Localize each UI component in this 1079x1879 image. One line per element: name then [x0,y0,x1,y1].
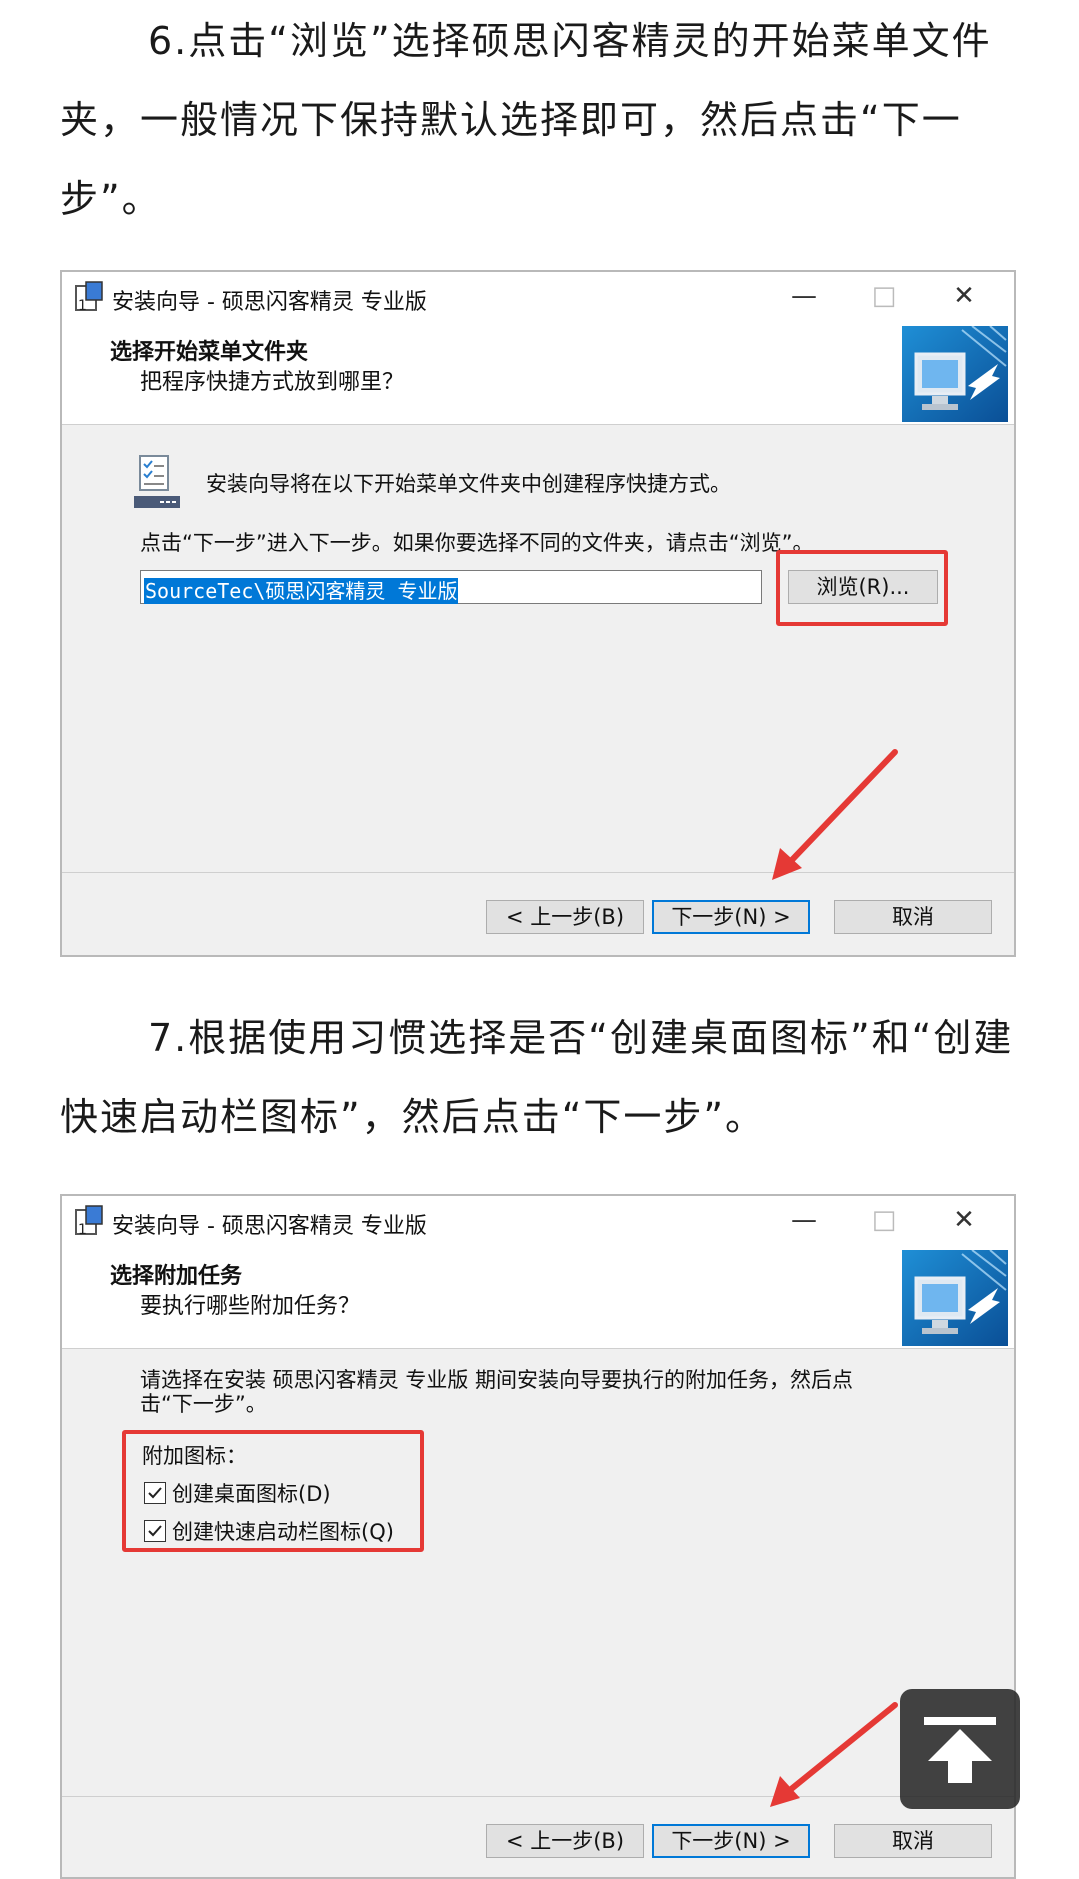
computer-shortcut-icon [902,326,1008,422]
title-bar[interactable]: 1 安装向导 - 硕思闪客精灵 专业版 — □ ✕ [62,1196,1014,1246]
next-button[interactable]: 下一步(N) > [652,1824,810,1858]
back-button[interactable]: < 上一步(B) [486,1824,644,1858]
step6-text: 6.点击“浏览”选择硕思闪客精灵的开始菜单文件夹，一般情况下保持默认选择即可，然… [60,19,992,221]
instruction-text: 点击“下一步”进入下一步。如果你要选择不同的文件夹，请点击“浏览”。 [140,531,814,555]
minimize-button[interactable]: — [774,276,834,316]
header-title: 选择开始菜单文件夹 [110,340,309,365]
step7-paragraph: 7.根据使用习惯选择是否“创建桌面图标”和“创建快速启动栏图标”，然后点击“下一… [60,999,1020,1157]
header-subtitle: 要执行哪些附加任务？ [140,1294,361,1319]
checklist-icon [134,455,180,508]
footer-divider [62,1796,1014,1797]
folder-value[interactable]: SourceTec\硕思闪客精灵 专业版 [144,578,459,604]
wizard-header: 选择附加任务 要执行哪些附加任务？ [62,1246,1014,1349]
wizard-header: 选择开始菜单文件夹 把程序快捷方式放到哪里？ [62,322,1014,425]
installer-icon: 1 [75,281,103,314]
highlight-box-browse [776,550,948,626]
installer-dialog-start-menu: 1 安装向导 - 硕思闪客精灵 专业版 — □ ✕ 选择开始菜单文件夹 把程序快… [60,270,1016,957]
header-title: 选择附加任务 [110,1264,243,1289]
close-button[interactable]: ✕ [934,1200,994,1240]
start-menu-folder-input[interactable]: SourceTec\硕思闪客精灵 专业版 [140,570,762,604]
back-to-top-button[interactable] [900,1689,1020,1809]
step6-paragraph: 6.点击“浏览”选择硕思闪客精灵的开始菜单文件夹，一般情况下保持默认选择即可，然… [60,2,1020,239]
info-text: 安装向导将在以下开始菜单文件夹中创建程序快捷方式。 [206,472,731,496]
instruction-text-line2: 击“下一步”。 [140,1392,267,1416]
svg-text:1: 1 [78,1222,87,1238]
minimize-button[interactable]: — [774,1200,834,1240]
next-button[interactable]: 下一步(N) > [652,900,810,934]
header-subtitle: 把程序快捷方式放到哪里？ [140,370,405,395]
maximize-button[interactable]: □ [854,276,914,316]
cancel-button[interactable]: 取消 [834,1824,992,1858]
computer-shortcut-icon [902,1250,1008,1346]
installer-icon: 1 [75,1205,103,1238]
cancel-button[interactable]: 取消 [834,900,992,934]
title-bar[interactable]: 1 安装向导 - 硕思闪客精灵 专业版 — □ ✕ [62,272,1014,322]
svg-text:1: 1 [78,298,87,314]
arrow-up-icon [924,1717,996,1783]
footer-divider [62,872,1014,873]
maximize-button[interactable]: □ [854,1200,914,1240]
back-button[interactable]: < 上一步(B) [486,900,644,934]
highlight-box-options [122,1430,424,1552]
close-button[interactable]: ✕ [934,276,994,316]
window-title: 安装向导 - 硕思闪客精灵 专业版 [112,1214,427,1239]
installer-dialog-additional-tasks: 1 安装向导 - 硕思闪客精灵 专业版 — □ ✕ 选择附加任务 要执行哪些附加… [60,1194,1016,1879]
step7-text: 7.根据使用习惯选择是否“创建桌面图标”和“创建快速启动栏图标”，然后点击“下一… [60,1016,1014,1139]
window-title: 安装向导 - 硕思闪客精灵 专业版 [112,290,427,315]
